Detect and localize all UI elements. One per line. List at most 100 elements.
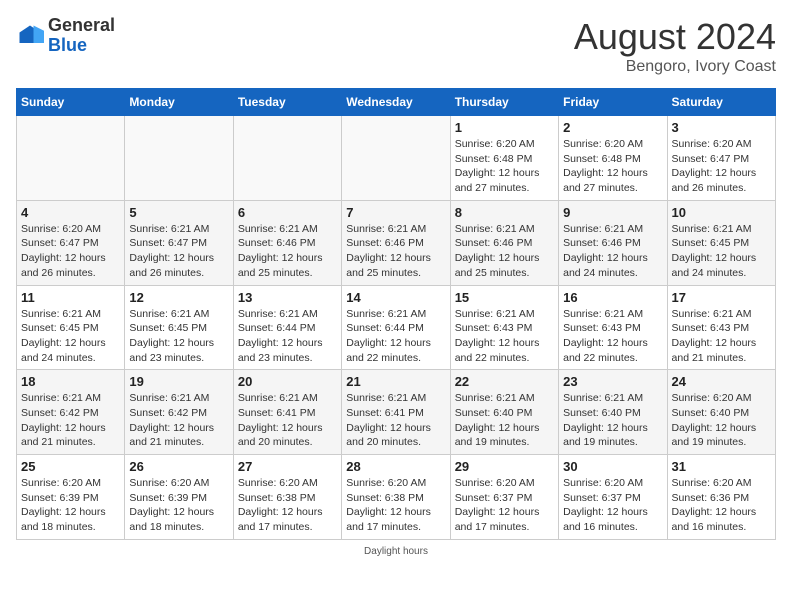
day-info: Sunrise: 6:20 AM Sunset: 6:37 PM Dayligh… xyxy=(455,476,554,535)
calendar-week-4: 25 Sunrise: 6:20 AM Sunset: 6:39 PM Dayli… xyxy=(17,455,776,540)
day-number: 20 xyxy=(238,374,337,389)
calendar-cell: 28 Sunrise: 6:20 AM Sunset: 6:38 PM Dayli… xyxy=(342,455,450,540)
calendar-week-3: 18 Sunrise: 6:21 AM Sunset: 6:42 PM Dayli… xyxy=(17,370,776,455)
calendar-cell xyxy=(342,116,450,201)
calendar-cell: 24 Sunrise: 6:20 AM Sunset: 6:40 PM Dayli… xyxy=(667,370,775,455)
calendar-header-thursday: Thursday xyxy=(450,89,558,116)
day-number: 5 xyxy=(129,205,228,220)
calendar-cell: 4 Sunrise: 6:20 AM Sunset: 6:47 PM Daylig… xyxy=(17,200,125,285)
day-number: 27 xyxy=(238,459,337,474)
calendar-cell: 18 Sunrise: 6:21 AM Sunset: 6:42 PM Dayli… xyxy=(17,370,125,455)
calendar-cell: 2 Sunrise: 6:20 AM Sunset: 6:48 PM Daylig… xyxy=(559,116,667,201)
calendar-cell xyxy=(17,116,125,201)
logo-blue: Blue xyxy=(48,35,87,55)
day-info: Sunrise: 6:21 AM Sunset: 6:43 PM Dayligh… xyxy=(563,307,662,366)
day-info: Sunrise: 6:21 AM Sunset: 6:41 PM Dayligh… xyxy=(346,391,445,450)
calendar-header-wednesday: Wednesday xyxy=(342,89,450,116)
calendar-header-tuesday: Tuesday xyxy=(233,89,341,116)
day-info: Sunrise: 6:20 AM Sunset: 6:39 PM Dayligh… xyxy=(129,476,228,535)
day-number: 4 xyxy=(21,205,120,220)
calendar-cell: 14Sunrise: 6:21 AM Sunset: 6:44 PM Dayli… xyxy=(342,285,450,370)
day-number: 21 xyxy=(346,374,445,389)
calendar-header-saturday: Saturday xyxy=(667,89,775,116)
calendar-week-1: 4 Sunrise: 6:20 AM Sunset: 6:47 PM Daylig… xyxy=(17,200,776,285)
day-info: Sunrise: 6:20 AM Sunset: 6:40 PM Dayligh… xyxy=(672,391,771,450)
calendar-cell: 10 Sunrise: 6:21 AM Sunset: 6:45 PM Dayli… xyxy=(667,200,775,285)
day-number: 25 xyxy=(21,459,120,474)
day-info: Sunrise: 6:21 AM Sunset: 6:43 PM Dayligh… xyxy=(672,307,771,366)
day-number: 1 xyxy=(455,120,554,135)
day-info: Sunrise: 6:21 AM Sunset: 6:40 PM Dayligh… xyxy=(455,391,554,450)
day-number: 2 xyxy=(563,120,662,135)
day-info: Sunrise: 6:20 AM Sunset: 6:38 PM Dayligh… xyxy=(346,476,445,535)
day-number: 29 xyxy=(455,459,554,474)
day-number: 9 xyxy=(563,205,662,220)
logo-icon xyxy=(16,22,44,50)
day-info: Sunrise: 6:20 AM Sunset: 6:48 PM Dayligh… xyxy=(563,137,662,196)
calendar-cell: 7 Sunrise: 6:21 AM Sunset: 6:46 PM Daylig… xyxy=(342,200,450,285)
title-block: August 2024 Bengoro, Ivory Coast xyxy=(574,16,776,76)
day-number: 14 xyxy=(346,290,445,305)
day-number: 22 xyxy=(455,374,554,389)
calendar-cell: 13Sunrise: 6:21 AM Sunset: 6:44 PM Dayli… xyxy=(233,285,341,370)
calendar-cell: 27 Sunrise: 6:20 AM Sunset: 6:38 PM Dayli… xyxy=(233,455,341,540)
day-info: Sunrise: 6:21 AM Sunset: 6:46 PM Dayligh… xyxy=(346,222,445,281)
logo-text: General Blue xyxy=(48,16,115,56)
calendar-cell: 29 Sunrise: 6:20 AM Sunset: 6:37 PM Dayli… xyxy=(450,455,558,540)
day-info: Sunrise: 6:20 AM Sunset: 6:39 PM Dayligh… xyxy=(21,476,120,535)
page-header: General Blue August 2024 Bengoro, Ivory … xyxy=(16,16,776,76)
day-number: 12 xyxy=(129,290,228,305)
calendar-cell: 30 Sunrise: 6:20 AM Sunset: 6:37 PM Dayli… xyxy=(559,455,667,540)
day-number: 11 xyxy=(21,290,120,305)
calendar-cell: 21 Sunrise: 6:21 AM Sunset: 6:41 PM Dayli… xyxy=(342,370,450,455)
day-number: 24 xyxy=(672,374,771,389)
day-info: Sunrise: 6:21 AM Sunset: 6:45 PM Dayligh… xyxy=(672,222,771,281)
logo-general: General xyxy=(48,15,115,35)
calendar-cell: 31Sunrise: 6:20 AM Sunset: 6:36 PM Dayli… xyxy=(667,455,775,540)
day-number: 28 xyxy=(346,459,445,474)
calendar-cell: 11Sunrise: 6:21 AM Sunset: 6:45 PM Dayli… xyxy=(17,285,125,370)
calendar-week-2: 11Sunrise: 6:21 AM Sunset: 6:45 PM Dayli… xyxy=(17,285,776,370)
footer-note: Daylight hours xyxy=(16,546,776,557)
day-info: Sunrise: 6:20 AM Sunset: 6:36 PM Dayligh… xyxy=(672,476,771,535)
calendar-cell: 1 Sunrise: 6:20 AM Sunset: 6:48 PM Daylig… xyxy=(450,116,558,201)
day-info: Sunrise: 6:21 AM Sunset: 6:46 PM Dayligh… xyxy=(563,222,662,281)
calendar-header-sunday: Sunday xyxy=(17,89,125,116)
calendar-cell: 22 Sunrise: 6:21 AM Sunset: 6:40 PM Dayli… xyxy=(450,370,558,455)
calendar-cell: 15Sunrise: 6:21 AM Sunset: 6:43 PM Dayli… xyxy=(450,285,558,370)
calendar-cell: 6 Sunrise: 6:21 AM Sunset: 6:46 PM Daylig… xyxy=(233,200,341,285)
calendar-header-friday: Friday xyxy=(559,89,667,116)
day-info: Sunrise: 6:21 AM Sunset: 6:47 PM Dayligh… xyxy=(129,222,228,281)
calendar-cell xyxy=(233,116,341,201)
day-info: Sunrise: 6:21 AM Sunset: 6:42 PM Dayligh… xyxy=(129,391,228,450)
calendar-cell: 26Sunrise: 6:20 AM Sunset: 6:39 PM Dayli… xyxy=(125,455,233,540)
day-info: Sunrise: 6:20 AM Sunset: 6:37 PM Dayligh… xyxy=(563,476,662,535)
day-info: Sunrise: 6:20 AM Sunset: 6:48 PM Dayligh… xyxy=(455,137,554,196)
calendar-cell: 12Sunrise: 6:21 AM Sunset: 6:45 PM Dayli… xyxy=(125,285,233,370)
day-number: 8 xyxy=(455,205,554,220)
day-number: 16 xyxy=(563,290,662,305)
calendar-week-0: 1 Sunrise: 6:20 AM Sunset: 6:48 PM Daylig… xyxy=(17,116,776,201)
day-info: Sunrise: 6:21 AM Sunset: 6:42 PM Dayligh… xyxy=(21,391,120,450)
day-number: 23 xyxy=(563,374,662,389)
day-info: Sunrise: 6:21 AM Sunset: 6:44 PM Dayligh… xyxy=(238,307,337,366)
calendar-table: SundayMondayTuesdayWednesdayThursdayFrid… xyxy=(16,88,776,540)
day-info: Sunrise: 6:21 AM Sunset: 6:46 PM Dayligh… xyxy=(455,222,554,281)
day-number: 18 xyxy=(21,374,120,389)
day-info: Sunrise: 6:21 AM Sunset: 6:41 PM Dayligh… xyxy=(238,391,337,450)
day-number: 10 xyxy=(672,205,771,220)
day-info: Sunrise: 6:21 AM Sunset: 6:46 PM Dayligh… xyxy=(238,222,337,281)
day-info: Sunrise: 6:20 AM Sunset: 6:47 PM Dayligh… xyxy=(672,137,771,196)
calendar-cell: 3 Sunrise: 6:20 AM Sunset: 6:47 PM Daylig… xyxy=(667,116,775,201)
day-number: 30 xyxy=(563,459,662,474)
day-info: Sunrise: 6:20 AM Sunset: 6:38 PM Dayligh… xyxy=(238,476,337,535)
calendar-cell: 19Sunrise: 6:21 AM Sunset: 6:42 PM Dayli… xyxy=(125,370,233,455)
day-info: Sunrise: 6:21 AM Sunset: 6:43 PM Dayligh… xyxy=(455,307,554,366)
day-info: Sunrise: 6:20 AM Sunset: 6:47 PM Dayligh… xyxy=(21,222,120,281)
day-number: 6 xyxy=(238,205,337,220)
day-number: 7 xyxy=(346,205,445,220)
location: Bengoro, Ivory Coast xyxy=(574,58,776,76)
calendar-cell xyxy=(125,116,233,201)
calendar-cell: 5 Sunrise: 6:21 AM Sunset: 6:47 PM Daylig… xyxy=(125,200,233,285)
day-number: 3 xyxy=(672,120,771,135)
